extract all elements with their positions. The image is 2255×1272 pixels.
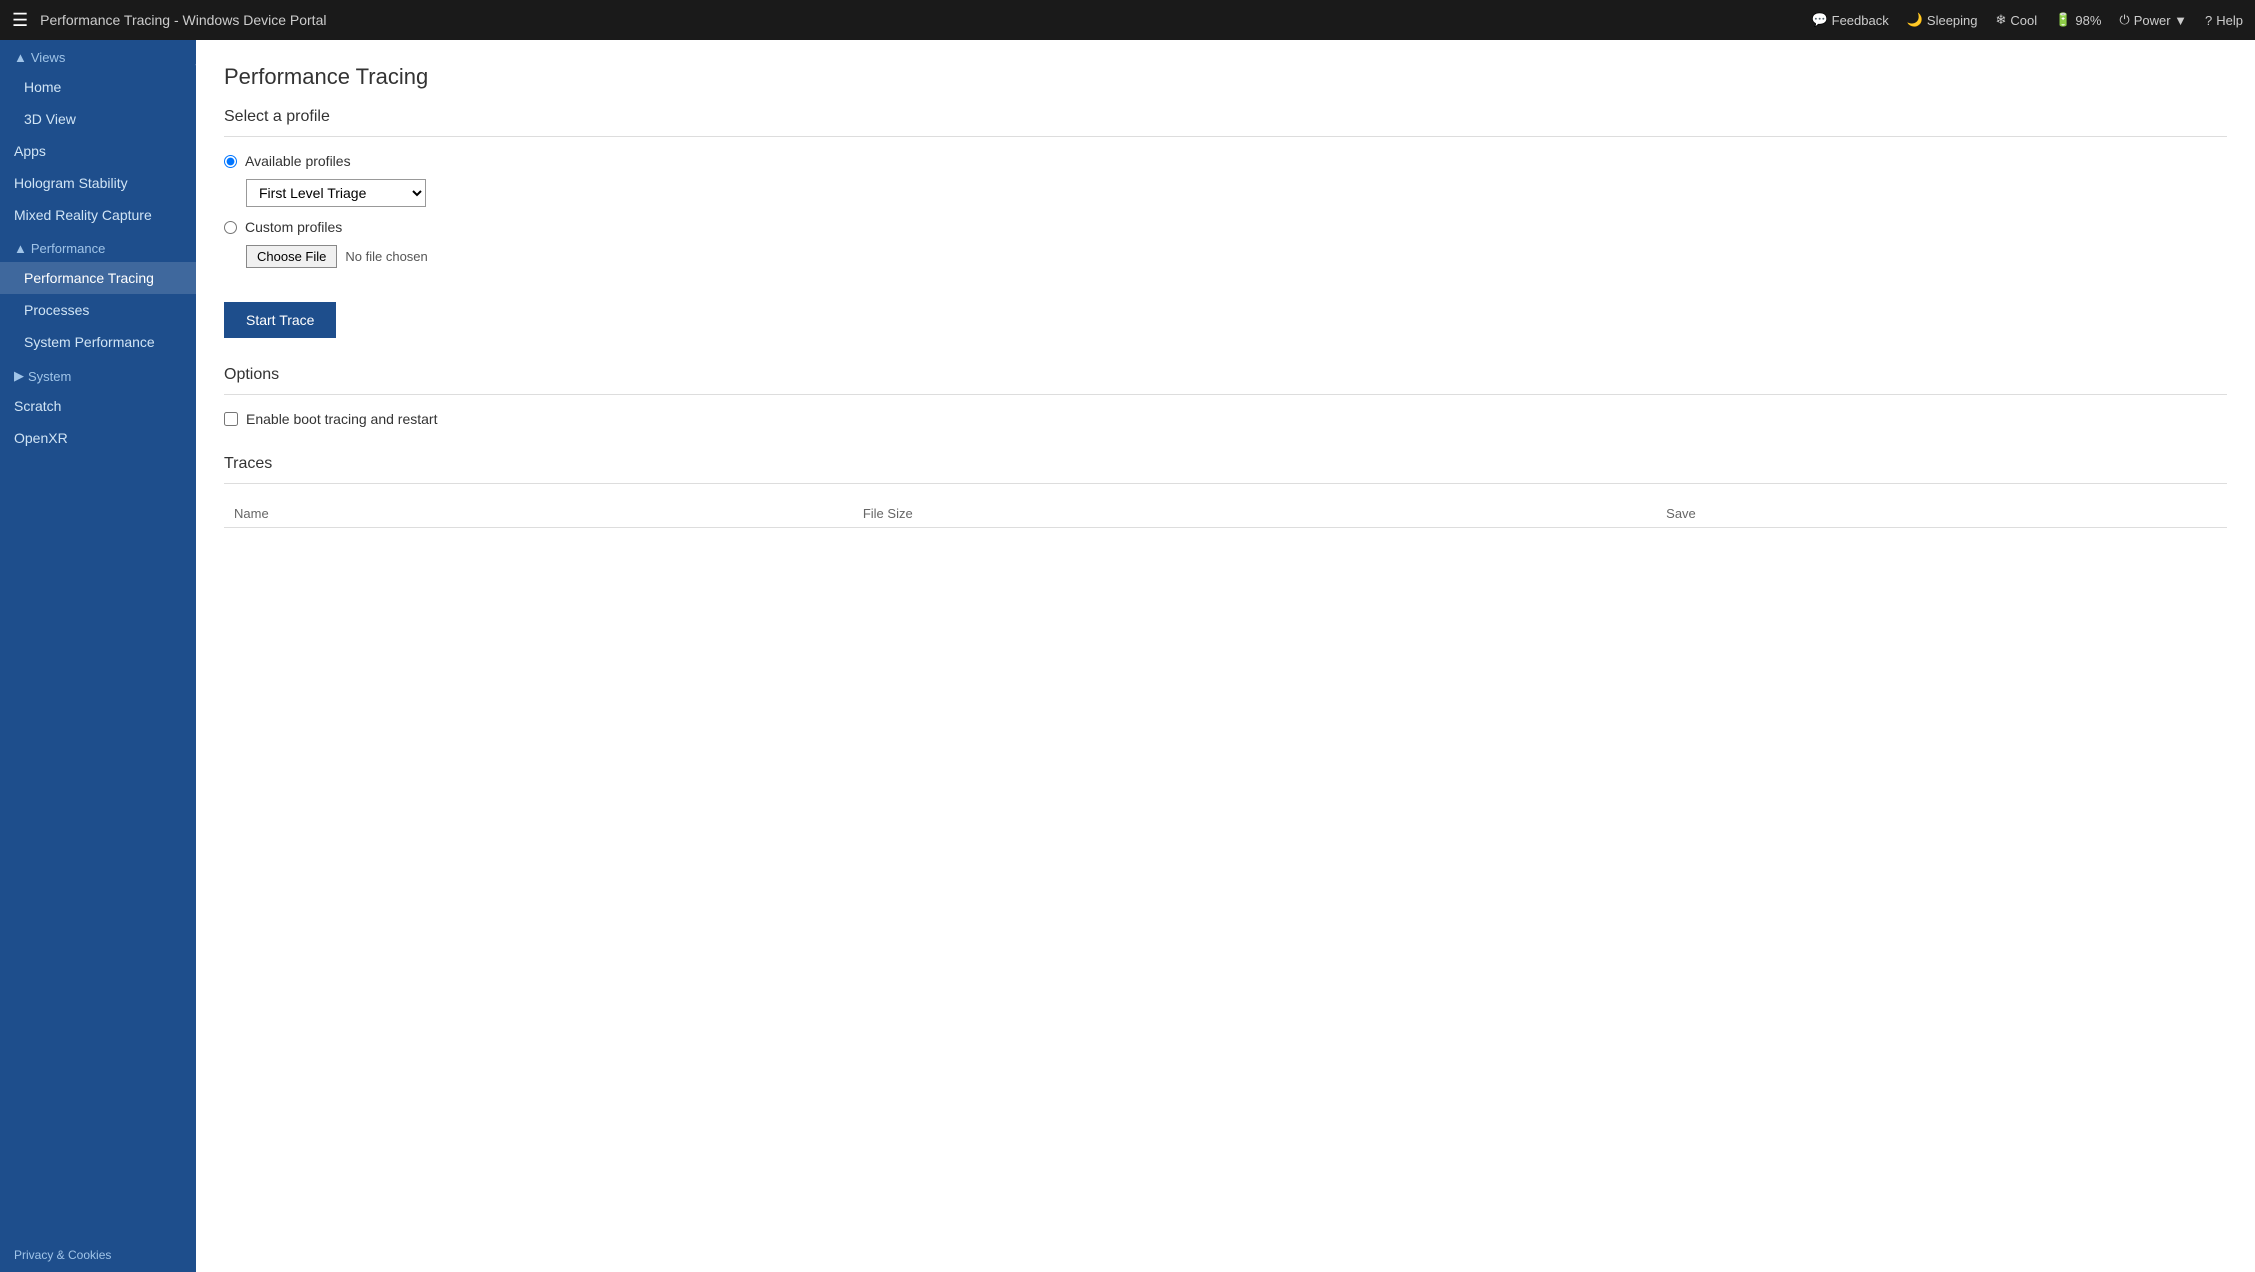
sidebar: ◀ ▲ Views Home 3D View Apps Hologram Sta… <box>0 40 196 1272</box>
battery-icon: 🔋 <box>2055 12 2071 28</box>
no-file-label: No file chosen <box>345 249 427 264</box>
sidebar-section-system[interactable]: ▶ System <box>0 358 196 390</box>
boot-tracing-checkbox[interactable] <box>224 412 238 426</box>
profile-block: Available profiles First Level Triage De… <box>224 153 2227 268</box>
sidebar-item-openxr[interactable]: OpenXR <box>0 422 196 454</box>
sidebar-item-processes[interactable]: Processes <box>0 294 196 326</box>
feedback-btn[interactable]: 💬 Feedback <box>1811 12 1888 28</box>
performance-arrow-icon: ▲ <box>14 241 27 256</box>
traces-divider <box>224 483 2227 484</box>
sidebar-section-performance[interactable]: ▲ Performance <box>0 231 196 262</box>
sidebar-system-label: System <box>28 369 71 384</box>
col-name: Name <box>224 500 853 528</box>
file-input-row: Choose File No file chosen <box>246 245 2227 268</box>
profile-divider <box>224 136 2227 137</box>
help-label: Help <box>2216 13 2243 28</box>
power-icon: ⏻ <box>2119 12 2129 28</box>
page-title: Performance Tracing <box>224 64 2227 90</box>
col-filesize: File Size <box>853 500 1656 528</box>
battery-btn[interactable]: 🔋 98% <box>2055 12 2101 28</box>
battery-label: 98% <box>2075 13 2101 28</box>
sleeping-icon: 🌙 <box>1907 12 1923 28</box>
traces-header-row: Name File Size Save <box>224 500 2227 528</box>
sidebar-item-system-performance[interactable]: System Performance <box>0 326 196 358</box>
window-title: Performance Tracing - Windows Device Por… <box>40 12 1811 28</box>
top-bar: ☰ Performance Tracing - Windows Device P… <box>0 0 2255 40</box>
traces-table-head: Name File Size Save <box>224 500 2227 528</box>
boot-tracing-label[interactable]: Enable boot tracing and restart <box>246 411 437 427</box>
sidebar-item-3dview[interactable]: 3D View <box>0 103 196 135</box>
system-arrow-icon: ▶ <box>14 368 24 384</box>
main-layout: ◀ ▲ Views Home 3D View Apps Hologram Sta… <box>0 40 2255 1272</box>
cool-icon: ❄ <box>1996 12 2007 28</box>
sidebar-item-mrc[interactable]: Mixed Reality Capture <box>0 199 196 231</box>
sidebar-section-views[interactable]: ▲ Views <box>0 40 196 71</box>
feedback-label: Feedback <box>1832 13 1889 28</box>
hamburger-menu[interactable]: ☰ <box>12 10 28 31</box>
traces-heading: Traces <box>224 455 2227 473</box>
custom-profiles-row: Custom profiles <box>224 219 2227 235</box>
col-save: Save <box>1656 500 2227 528</box>
traces-block: Traces Name File Size Save <box>224 455 2227 528</box>
cool-btn[interactable]: ❄ Cool <box>1996 12 2038 28</box>
views-arrow-icon: ▲ <box>14 50 27 65</box>
available-profiles-label[interactable]: Available profiles <box>245 153 351 169</box>
select-profile-heading: Select a profile <box>224 108 2227 126</box>
privacy-cookies-link[interactable]: Privacy & Cookies <box>0 1238 196 1272</box>
sidebar-collapse-button[interactable]: ◀ <box>190 52 196 76</box>
power-btn[interactable]: ⏻ Power ▼ <box>2119 12 2187 28</box>
available-profiles-row: Available profiles <box>224 153 2227 169</box>
profile-select[interactable]: First Level Triage Detailed Custom <box>246 179 426 207</box>
sidebar-item-scratch[interactable]: Scratch <box>0 390 196 422</box>
options-divider <box>224 394 2227 395</box>
available-profiles-radio[interactable] <box>224 155 237 168</box>
sidebar-performance-label: Performance <box>31 241 105 256</box>
custom-profiles-radio[interactable] <box>224 221 237 234</box>
sidebar-item-apps[interactable]: Apps <box>0 135 196 167</box>
sleeping-label: Sleeping <box>1927 13 1978 28</box>
help-icon: ? <box>2205 13 2212 28</box>
sidebar-item-home[interactable]: Home <box>0 71 196 103</box>
options-block: Options Enable boot tracing and restart <box>224 366 2227 427</box>
power-label: Power ▼ <box>2134 13 2187 28</box>
sidebar-item-performance-tracing[interactable]: Performance Tracing <box>0 262 196 294</box>
sidebar-item-hologram-stability[interactable]: Hologram Stability <box>0 167 196 199</box>
custom-profiles-label[interactable]: Custom profiles <box>245 219 342 235</box>
content-area: Performance Tracing Select a profile Ava… <box>196 40 2255 1272</box>
profile-dropdown-container: First Level Triage Detailed Custom <box>246 179 2227 207</box>
feedback-icon: 💬 <box>1811 12 1827 28</box>
boot-tracing-row: Enable boot tracing and restart <box>224 411 2227 427</box>
sidebar-views-label: Views <box>31 50 65 65</box>
choose-file-button[interactable]: Choose File <box>246 245 337 268</box>
help-btn[interactable]: ? Help <box>2205 13 2243 28</box>
start-trace-button[interactable]: Start Trace <box>224 302 336 338</box>
cool-label: Cool <box>2010 13 2037 28</box>
traces-table: Name File Size Save <box>224 500 2227 528</box>
topbar-actions: 💬 Feedback 🌙 Sleeping ❄ Cool 🔋 98% ⏻ Pow… <box>1811 12 2243 28</box>
options-heading: Options <box>224 366 2227 384</box>
sleeping-btn[interactable]: 🌙 Sleeping <box>1907 12 1978 28</box>
